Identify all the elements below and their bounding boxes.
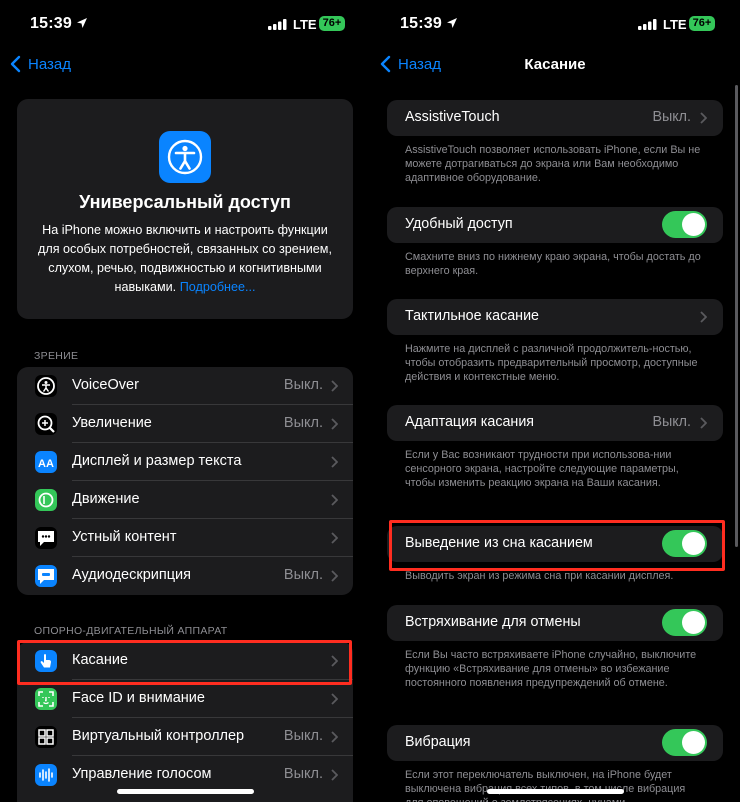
chevron-right-icon [331,418,338,430]
haptic-touch-row[interactable]: Тактильное касание [387,299,723,335]
home-indicator [117,789,254,794]
chevron-right-icon [700,417,707,429]
status-bar: 15:39 LTE 76+ [0,0,370,48]
row-label: Вибрация [405,734,471,750]
switch-control-icon [35,726,57,748]
chevron-right-icon [331,532,338,544]
cellular-signal-icon [268,19,287,30]
chevron-right-icon [331,380,338,392]
chevron-right-icon [331,456,338,468]
back-button[interactable]: Назад [10,55,71,73]
voiceover-icon [35,375,57,397]
chevron-right-icon [331,731,338,743]
home-indicator [487,789,624,794]
spoken-content-icon [35,527,57,549]
reachability-row: Удобный доступ [387,207,723,243]
touch-highlight-frame [17,640,352,685]
svg-text:AA: AA [38,458,54,470]
row-label: Встряхивание для отмены [405,614,581,630]
chevron-right-icon [331,769,338,781]
section-header-motor: ОПОРНО-ДВИГАТЕЛЬНЫЙ АППАРАТ [34,625,228,637]
network-type: LTE [663,17,687,32]
list-item-spoken-content[interactable]: Устный контент [17,519,353,557]
touch-settings-screen: 15:39 LTE 76+ Назад Касание AssistiveTou… [370,0,740,802]
assistivetouch-row[interactable]: AssistiveTouch Выкл. [387,100,723,136]
scrollbar[interactable] [735,85,738,547]
faceid-icon [35,688,57,710]
battery-indicator: 76+ [319,16,345,31]
item-label: Устный контент [72,529,177,545]
reachability-toggle[interactable] [662,211,707,238]
assistivetouch-footer: AssistiveTouch позволяет использовать iP… [405,144,701,185]
reachability-footer: Смахните вниз по нижнему краю экрана, чт… [405,251,701,278]
row-label: AssistiveTouch [405,109,500,125]
hero-description: На iPhone можно включить и настроить фун… [35,221,335,297]
vibration-row: Вибрация [387,725,723,761]
back-label: Назад [28,55,71,73]
learn-more-link[interactable]: Подробнее... [180,280,256,294]
chevron-left-icon [10,55,21,73]
nav-bar: Назад Касание [370,52,740,78]
battery-indicator: 76+ [689,16,715,31]
item-value: Выкл. [283,415,323,431]
network-type: LTE [293,17,317,32]
accessibility-icon [159,131,211,183]
status-bar: 15:39 LTE 76+ [370,0,740,48]
nav-bar: Назад [0,52,370,78]
item-value: Выкл. [283,567,323,583]
voice-control-icon [35,764,57,786]
item-label: Движение [72,491,140,507]
item-value: Выкл. [283,728,323,744]
text-size-icon: AA [35,451,57,473]
list-item-zoom[interactable]: Увеличение Выкл. [17,405,353,443]
item-label: Дисплей и размер текста [72,453,242,469]
list-item-motion[interactable]: Движение [17,481,353,519]
tap-to-wake-highlight-frame [389,520,725,571]
hero-title: Универсальный доступ [79,192,291,212]
row-value: Выкл. [652,109,691,125]
zoom-icon [35,413,57,435]
chevron-right-icon [331,494,338,506]
item-value: Выкл. [283,377,323,393]
row-label: Адаптация касания [405,414,535,430]
list-item-switch-control[interactable]: Виртуальный контроллер Выкл. [17,718,353,756]
list-item-voiceover[interactable]: VoiceOver Выкл. [17,367,353,405]
row-label: Тактильное касание [405,308,540,324]
haptic-touch-footer: Нажмите на дисплей с различной продолжит… [405,343,698,384]
item-label: Увеличение [72,415,152,431]
row-label: Удобный доступ [405,216,513,232]
list-item-faceid[interactable]: Face ID и внимание [17,680,353,718]
location-arrow-icon [447,18,457,28]
vibration-footer: Если этот переключатель выключен, на iPh… [405,769,686,802]
accessibility-screen: 15:39 LTE 76+ Назад Универсальный доступ… [0,0,370,802]
touch-accommodations-footer: Если у Вас возникают трудности при испол… [405,449,679,490]
shake-to-undo-row: Встряхивание для отмены [387,605,723,641]
item-label: VoiceOver [72,377,139,393]
shake-to-undo-footer: Если Вы часто встряхиваете iPhone случай… [405,649,697,690]
list-item-display-text-size[interactable]: AA Дисплей и размер текста [17,443,353,481]
vibration-toggle[interactable] [662,729,707,756]
chevron-right-icon [700,311,707,323]
item-label: Face ID и внимание [72,690,205,706]
item-label: Управление голосом [72,766,212,782]
list-item-audio-description[interactable]: Аудиодескрипция Выкл. [17,557,353,595]
cellular-signal-icon [638,19,657,30]
chevron-right-icon [331,693,338,705]
page-title: Касание [524,56,586,73]
section-header-vision: ЗРЕНИЕ [34,350,79,362]
audio-description-icon [35,565,57,587]
shake-to-undo-toggle[interactable] [662,609,707,636]
status-time: 15:39 [400,15,442,32]
item-label: Аудиодескрипция [72,567,191,583]
tap-to-wake-footer: Выводить экран из режима сна при касании… [405,570,674,582]
touch-accommodations-row[interactable]: Адаптация касания Выкл. [387,405,723,441]
row-value: Выкл. [652,414,691,430]
location-arrow-icon [77,18,87,28]
item-value: Выкл. [283,766,323,782]
item-label: Виртуальный контроллер [72,728,245,744]
chevron-right-icon [331,570,338,582]
chevron-right-icon [700,112,707,124]
status-time: 15:39 [30,15,72,32]
motion-icon [35,489,57,511]
